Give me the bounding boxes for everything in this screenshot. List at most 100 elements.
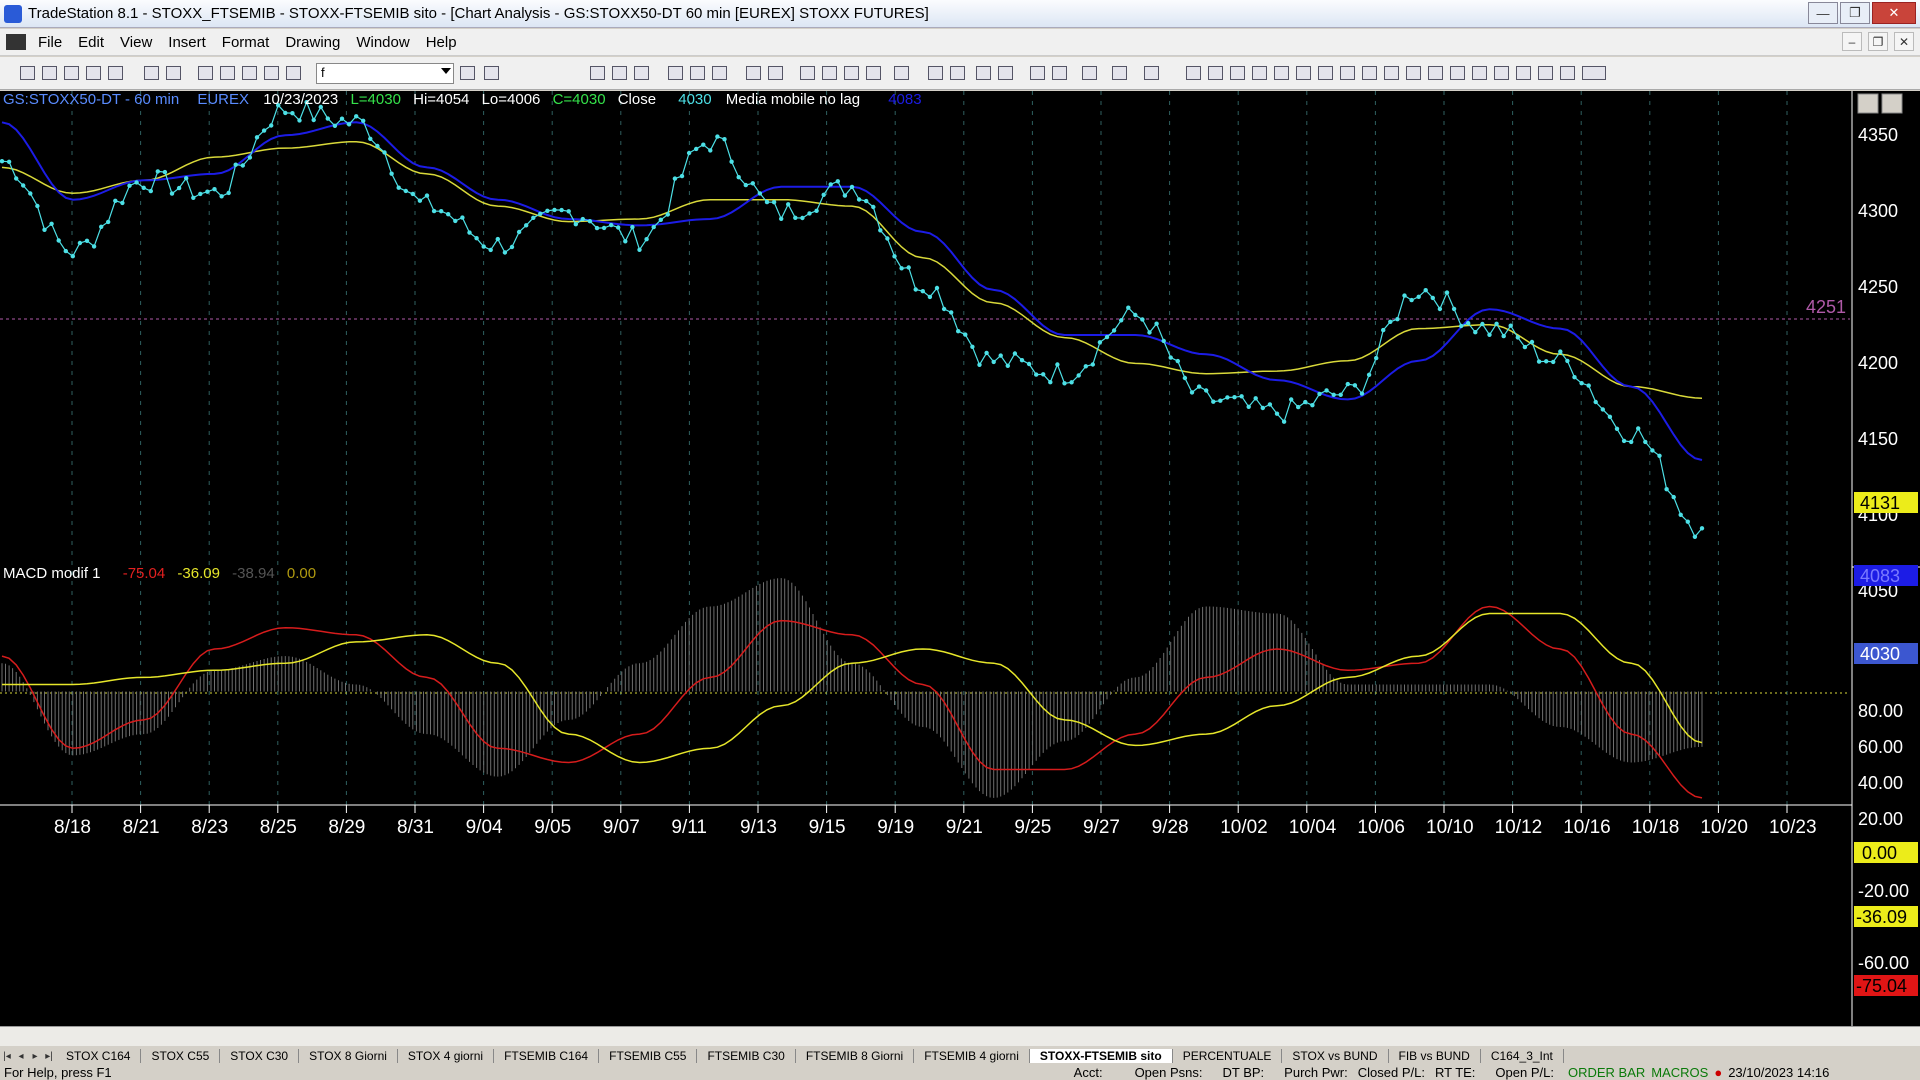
tab-prev-icon[interactable]: ◂: [14, 1051, 28, 1062]
print-icon[interactable]: [166, 66, 181, 80]
window-icon[interactable]: [198, 66, 213, 80]
pane-minimize-button[interactable]: [1857, 93, 1879, 114]
menu-insert[interactable]: Insert: [160, 34, 214, 51]
close-workspace-icon[interactable]: [108, 66, 123, 80]
zoom-in-icon[interactable]: [976, 66, 991, 80]
symbol-combobox[interactable]: f: [316, 63, 454, 84]
new-icon[interactable]: [20, 66, 35, 80]
lock-icon[interactable]: [242, 66, 257, 80]
mdi-restore-button[interactable]: ❐: [1868, 32, 1888, 51]
tab-ftsemib-8-giorni[interactable]: FTSEMIB 8 Giorni: [796, 1049, 915, 1063]
trendline-icon[interactable]: [1186, 66, 1201, 80]
menu-window[interactable]: Window: [348, 34, 417, 51]
save-icon[interactable]: [144, 66, 159, 80]
mdi-minimize-button[interactable]: –: [1842, 32, 1862, 51]
format-icon[interactable]: [1082, 66, 1097, 80]
tab-c164-3-int[interactable]: C164_3_Int: [1481, 1049, 1564, 1063]
new-workspace-icon[interactable]: [86, 66, 101, 80]
tab-stox-c55[interactable]: STOX C55: [141, 1049, 221, 1063]
report-icon[interactable]: [768, 66, 783, 80]
crosshair-icon[interactable]: [1052, 66, 1067, 80]
speed-lines-icon[interactable]: [1318, 66, 1333, 80]
freehand-icon[interactable]: [1450, 66, 1465, 80]
options-icon[interactable]: [712, 66, 727, 80]
tab-last-icon[interactable]: ▸|: [42, 1051, 56, 1062]
data-window-icon[interactable]: [1112, 66, 1127, 80]
chart-canvas[interactable]: GS:STOXX50-DT - 60 min EUREX 10/23/2023 …: [0, 91, 1920, 1026]
andrews-pitchfork-icon[interactable]: [1252, 66, 1267, 80]
point-figure-icon[interactable]: [866, 66, 881, 80]
tools-icon[interactable]: [264, 66, 279, 80]
scanner-icon[interactable]: [690, 66, 705, 80]
find-symbol-icon[interactable]: [484, 66, 499, 80]
status-macros[interactable]: MACROS: [1651, 1065, 1708, 1080]
tab-ftsemib-c164[interactable]: FTSEMIB C164: [494, 1049, 600, 1063]
fib-time-icon[interactable]: [1428, 66, 1443, 80]
menu-format[interactable]: Format: [214, 34, 278, 51]
news-icon[interactable]: [668, 66, 683, 80]
tab-fib-vs-bund[interactable]: FIB vs BUND: [1389, 1049, 1481, 1063]
rectangle-icon[interactable]: [1560, 66, 1575, 80]
tab-ftsemib-c30[interactable]: FTSEMIB C30: [697, 1049, 796, 1063]
hline-label: 4251: [1806, 297, 1846, 317]
tab-stoxx-ftsemib-sito[interactable]: STOXX-FTSEMIB sito: [1029, 1049, 1173, 1063]
horizontal-line-icon[interactable]: [1208, 66, 1223, 80]
vertical-line-icon[interactable]: [1230, 66, 1245, 80]
chart-icon[interactable]: [590, 66, 605, 80]
palette-icon[interactable]: [286, 66, 301, 80]
menu-file[interactable]: File: [30, 34, 70, 51]
matrix-icon[interactable]: [634, 66, 649, 80]
open-workspace-icon[interactable]: [64, 66, 79, 80]
chevron-down-icon[interactable]: [441, 68, 451, 74]
bar-chart-icon[interactable]: [800, 66, 815, 80]
arrow-down-icon[interactable]: [1494, 66, 1509, 80]
radar-icon[interactable]: [612, 66, 627, 80]
arrow-up-icon[interactable]: [1516, 66, 1531, 80]
mdi-close-button[interactable]: ✕: [1894, 32, 1914, 51]
tab-stox-8-giorni[interactable]: STOX 8 Giorni: [299, 1049, 398, 1063]
horizontal-scrollbar[interactable]: [0, 1026, 1920, 1046]
tab-next-icon[interactable]: ▸: [28, 1051, 42, 1062]
zoom-out-icon[interactable]: [998, 66, 1013, 80]
tab-stox-vs-bund[interactable]: STOX vs BUND: [1282, 1049, 1389, 1063]
tab-stox-c164[interactable]: STOX C164: [56, 1049, 142, 1063]
price-point: [1565, 358, 1570, 364]
line-chart-icon[interactable]: [844, 66, 859, 80]
gann-fan-icon[interactable]: [1296, 66, 1311, 80]
tab-ftsemib-4-giorni[interactable]: FTSEMIB 4 giorni: [914, 1049, 1030, 1063]
insert-study-icon[interactable]: [894, 66, 909, 80]
tab-stox-4-giorni[interactable]: STOX 4 giorni: [398, 1049, 495, 1063]
tab-stox-c30[interactable]: STOX C30: [220, 1049, 300, 1063]
cascade-icon[interactable]: [220, 66, 235, 80]
text-icon[interactable]: [1582, 66, 1606, 80]
open-icon[interactable]: [42, 66, 57, 80]
menu-drawing[interactable]: Drawing: [277, 34, 348, 51]
tab-percentuale[interactable]: PERCENTUALE: [1173, 1049, 1283, 1063]
channel-icon[interactable]: [1362, 66, 1377, 80]
portfolio-icon[interactable]: [746, 66, 761, 80]
fibonacci-icon[interactable]: [1274, 66, 1289, 80]
status-order-bar[interactable]: ORDER BAR: [1568, 1065, 1645, 1080]
pointer-icon[interactable]: [1030, 66, 1045, 80]
curve-icon[interactable]: [1472, 66, 1487, 80]
bars-left-icon[interactable]: [928, 66, 943, 80]
arrow-right-icon[interactable]: [460, 66, 475, 80]
chart-analysis-window[interactable]: GS:STOXX50-DT - 60 min EUREX 10/23/2023 …: [0, 91, 1920, 1026]
maximize-button[interactable]: ❐: [1840, 2, 1870, 24]
menu-edit[interactable]: Edit: [70, 34, 112, 51]
close-button[interactable]: ✕: [1872, 2, 1916, 24]
strategy-icon[interactable]: [1144, 66, 1159, 80]
minimize-button[interactable]: —: [1808, 2, 1838, 24]
pane-restore-button[interactable]: [1881, 93, 1903, 114]
chart-document-icon[interactable]: [6, 34, 26, 50]
menu-view[interactable]: View: [112, 34, 160, 51]
ellipse-icon[interactable]: [1538, 66, 1553, 80]
fib-arc-icon[interactable]: [1406, 66, 1421, 80]
bars-right-icon[interactable]: [950, 66, 965, 80]
tab-first-icon[interactable]: |◂: [0, 1051, 14, 1062]
ruler-icon[interactable]: [1384, 66, 1399, 80]
candle-icon[interactable]: [822, 66, 837, 80]
tab-ftsemib-c55[interactable]: FTSEMIB C55: [599, 1049, 698, 1063]
menu-help[interactable]: Help: [418, 34, 465, 51]
regression-icon[interactable]: [1340, 66, 1355, 80]
